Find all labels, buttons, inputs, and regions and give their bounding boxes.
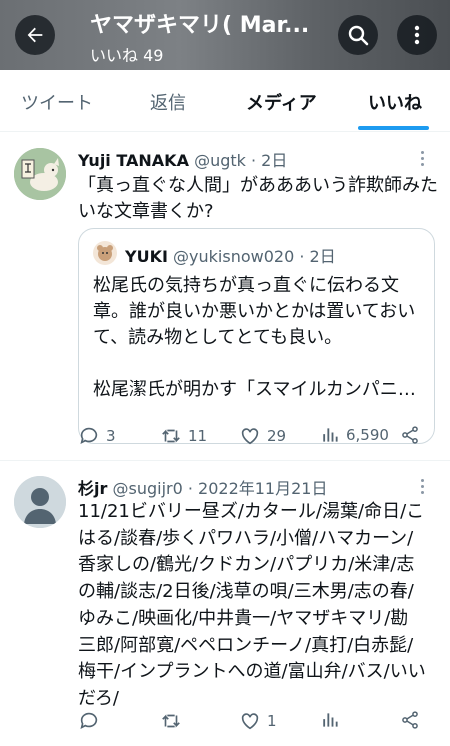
share-button[interactable] (400, 425, 420, 445)
like-button[interactable]: 1 (239, 710, 277, 732)
views-icon (323, 428, 338, 442)
profile-header: ヤマザキマリ( Mar... いいね 49 (0, 0, 450, 70)
quoted-avatar (93, 241, 117, 265)
profile-name: ヤマザキマリ( Mar... (90, 13, 310, 38)
tweet-text: 「真っ直ぐな人間」があああいう詐欺師みた いな文章書くか? (78, 173, 438, 225)
tweet-text-line: いな文章書くか? (78, 201, 214, 222)
tweet[interactable]: Yuji TANAKA @ugtk · 2日 「真っ直ぐな人間」があああいう詐欺… (0, 133, 450, 461)
quoted-author-name: YUKI (125, 247, 168, 266)
avatar-image (14, 148, 66, 200)
tweet-more-icon[interactable] (420, 151, 426, 169)
retweet-icon (162, 429, 180, 443)
share-icon (402, 426, 418, 444)
tweet-text-line: 三郎/阿部寛/ペペロンチーノ/真打/白赤髭/ (78, 634, 414, 656)
likes-count: いいね 49 (90, 46, 164, 65)
quoted-text-line: 松尾潔氏が明かす「スマイルカンパニ… (93, 379, 416, 400)
tab-replies[interactable]: 返信 (150, 89, 186, 115)
heart-icon (241, 713, 259, 730)
tweet-actions: 3 11 29 6,590 (78, 425, 438, 449)
tweet-text-line: だろ/ (78, 687, 119, 709)
reply-button[interactable] (78, 710, 106, 732)
quoted-text-line: て、読み物としてとても良い。 (93, 327, 343, 348)
like-count: 29 (267, 427, 287, 445)
avatar[interactable] (14, 148, 66, 200)
reply-count: 3 (106, 427, 116, 445)
author-handle[interactable]: @sugijr0 (112, 479, 182, 498)
quoted-tweet[interactable]: YUKI @yukisnow020 · 2日 松尾氏の気持ちが真っ直ぐに伝わる文… (78, 228, 435, 444)
heart-icon (241, 428, 259, 445)
quoted-text: 松尾氏の気持ちが真っ直ぐに伝わる文 章。誰が良いか悪いかとかは置いておい て、読… (93, 273, 428, 403)
view-count: 6,590 (346, 426, 389, 444)
reply-icon (80, 427, 98, 444)
quoted-author-handle: @yukisnow020 (173, 247, 295, 266)
tweet-text-line: の輔/談志/2日後/浅草の唄/三木男/志の春/ (78, 581, 414, 603)
tweet-text-line: はる/談春/歩くパワハラ/小僧/ハマカーン/ (78, 527, 414, 549)
share-icon (402, 711, 418, 729)
search-button[interactable] (338, 15, 378, 55)
views-icon (323, 713, 338, 727)
like-button[interactable]: 29 (239, 425, 286, 447)
tweet-text-line: 香家しの/鶴光/クドカン/パプリカ/米津/志 (78, 554, 415, 576)
back-button[interactable] (15, 15, 55, 55)
author-name[interactable]: 杉jr (78, 479, 107, 498)
tweet-more-icon[interactable] (420, 479, 426, 497)
more-vertical-icon (414, 25, 420, 45)
views-button[interactable]: 6,590 (320, 425, 389, 445)
arrow-left-icon (27, 27, 43, 43)
quoted-tweet-time: · 2日 (299, 247, 336, 266)
tweet-text-line: 「真っ直ぐな人間」があああいう詐欺師みた (78, 175, 438, 196)
retweet-button[interactable]: 11 (160, 425, 207, 447)
author-name[interactable]: Yuji TANAKA (78, 151, 189, 170)
tweet-text: 11/21ビバリー昼ズ/カタール/湯葉/命日/こ はる/談春/歩くパワハラ/小僧… (78, 499, 434, 713)
tweet-text-line: 梅干/インプラントへの道/富山弁/バス/いい (78, 661, 426, 683)
reply-icon (80, 712, 98, 729)
tab-tweets[interactable]: ツイート (21, 89, 93, 115)
retweet-button[interactable] (160, 710, 188, 732)
quoted-text-line: 松尾氏の気持ちが真っ直ぐに伝わる文 (93, 275, 399, 296)
tweet-time[interactable]: · 2日 (251, 151, 287, 170)
more-button[interactable] (397, 15, 437, 55)
quoted-text-line: 章。誰が良いか悪いかとかは置いておい (93, 301, 416, 322)
search-icon (348, 25, 369, 46)
avatar-image (93, 241, 117, 265)
default-avatar-icon (14, 476, 66, 528)
active-tab-indicator (358, 126, 429, 130)
share-button[interactable] (400, 710, 420, 730)
tweet-text-line: 11/21ビバリー昼ズ/カタール/湯葉/命日/こ (78, 501, 425, 522)
like-count: 1 (267, 712, 277, 730)
tab-likes[interactable]: いいね (368, 89, 422, 115)
retweet-count: 11 (188, 427, 208, 445)
avatar[interactable] (14, 476, 66, 528)
author-handle[interactable]: @ugtk (194, 151, 246, 170)
quoted-text-line (93, 351, 428, 377)
profile-tabs: ツイート 返信 メディア いいね (0, 70, 450, 132)
retweet-icon (162, 714, 180, 728)
tweet-text-line: ゆみこ/映画化/中井貴一/ヤマザキマリ/勘 (78, 607, 409, 629)
tweet[interactable]: 杉jr @sugijr0 · 2022年11月21日 11/21ビバリー昼ズ/カ… (0, 462, 450, 746)
tweet-actions: 1 (78, 710, 438, 734)
tab-media[interactable]: メディア (246, 89, 317, 115)
views-button[interactable] (320, 710, 346, 730)
reply-button[interactable]: 3 (78, 425, 116, 447)
tweet-time[interactable]: · 2022年11月21日 (188, 479, 328, 498)
